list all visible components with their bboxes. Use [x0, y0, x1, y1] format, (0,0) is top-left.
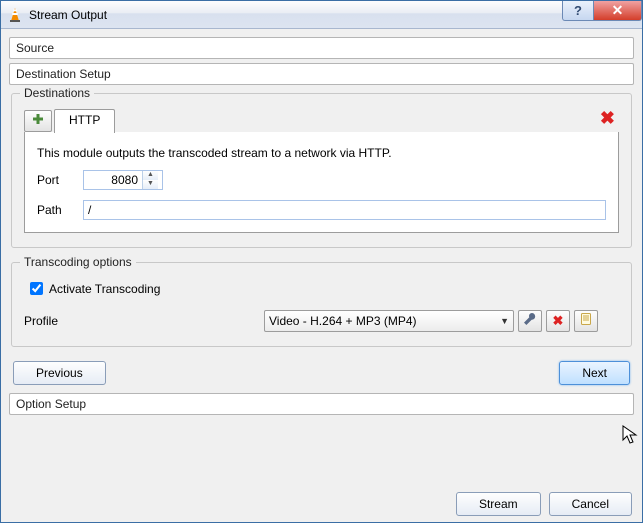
previous-button[interactable]: Previous [13, 361, 106, 385]
titlebar[interactable]: Stream Output ? ✕ [1, 1, 642, 29]
chevron-down-icon[interactable]: ▼ [143, 180, 158, 189]
section-option-setup[interactable]: Option Setup [9, 393, 634, 415]
activate-transcoding-checkbox[interactable] [30, 282, 43, 295]
activate-transcoding-label: Activate Transcoding [49, 282, 160, 296]
close-icon: ✕ [612, 2, 624, 19]
nav-row: Previous Next [13, 361, 630, 385]
document-icon [579, 312, 593, 331]
profile-label: Profile [24, 314, 264, 328]
profile-row: Profile Video - H.264 + MP3 (MP4) ▼ ✖ [24, 310, 619, 332]
path-label: Path [37, 203, 83, 217]
activate-transcoding-row: Activate Transcoding [26, 279, 619, 298]
bottom-buttons: Stream Cancel [456, 492, 632, 516]
http-tab-body: This module outputs the transcoded strea… [24, 132, 619, 233]
destination-tabs: HTTP ✖ [24, 106, 619, 132]
port-stepper[interactable]: ▲ ▼ [142, 171, 158, 189]
cursor-icon [622, 425, 638, 450]
window-buttons: ? ✕ [562, 1, 642, 28]
profile-select[interactable]: Video - H.264 + MP3 (MP4) ▼ [264, 310, 514, 332]
window-title: Stream Output [29, 8, 562, 22]
new-profile-button[interactable] [574, 310, 598, 332]
transcoding-fieldset: Transcoding options Activate Transcoding… [11, 262, 632, 347]
dialog-body: Source Destination Setup Destinations HT… [1, 29, 642, 522]
cancel-button[interactable]: Cancel [549, 492, 632, 516]
profile-value: Video - H.264 + MP3 (MP4) [269, 314, 417, 328]
close-button[interactable]: ✕ [594, 1, 642, 21]
chevron-up-icon[interactable]: ▲ [143, 171, 158, 180]
http-description: This module outputs the transcoded strea… [37, 146, 606, 160]
delete-profile-button[interactable]: ✖ [546, 310, 570, 332]
stream-button[interactable]: Stream [456, 492, 541, 516]
help-icon: ? [574, 3, 582, 18]
transcoding-legend: Transcoding options [20, 255, 136, 269]
stream-output-dialog: Stream Output ? ✕ Source Destination Set… [0, 0, 643, 523]
x-icon: ✖ [553, 313, 564, 329]
port-row: Port ▲ ▼ [37, 170, 606, 190]
add-destination-button[interactable] [24, 110, 52, 132]
tab-http[interactable]: HTTP [54, 109, 115, 133]
destinations-legend: Destinations [20, 86, 94, 100]
plus-icon [31, 112, 45, 131]
port-input[interactable] [84, 173, 142, 187]
next-button[interactable]: Next [559, 361, 630, 385]
edit-profile-button[interactable] [518, 310, 542, 332]
section-destination-setup[interactable]: Destination Setup [9, 63, 634, 85]
port-label: Port [37, 173, 83, 187]
path-input[interactable] [83, 200, 606, 220]
destinations-fieldset: Destinations HTTP ✖ This module outputs … [11, 93, 632, 248]
port-spinner[interactable]: ▲ ▼ [83, 170, 163, 190]
help-button[interactable]: ? [562, 1, 594, 21]
remove-destination-button[interactable]: ✖ [600, 108, 615, 129]
wrench-icon [523, 312, 537, 331]
section-source[interactable]: Source [9, 37, 634, 59]
path-row: Path [37, 200, 606, 220]
chevron-down-icon: ▼ [500, 316, 509, 326]
x-icon: ✖ [600, 108, 615, 128]
destination-panel: Destinations HTTP ✖ This module outputs … [11, 93, 632, 385]
vlc-icon [7, 7, 23, 23]
